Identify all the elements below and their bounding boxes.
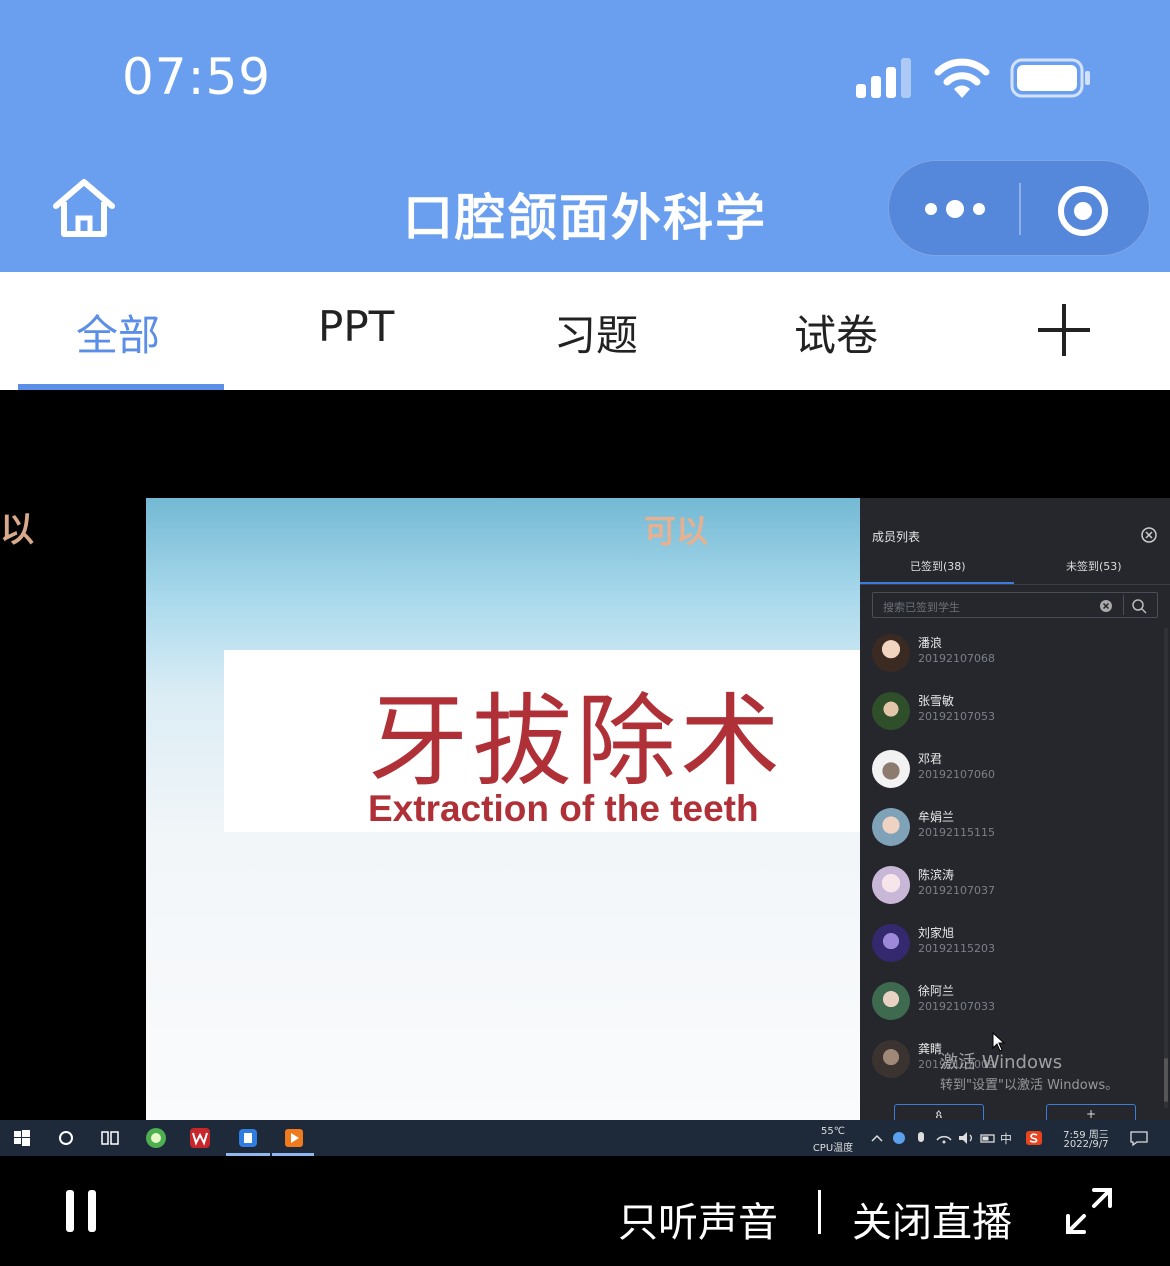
sogou-ime-icon [1026, 1131, 1042, 1145]
cortana-icon [59, 1131, 73, 1145]
slide-title-cn: 牙拔除术 [368, 683, 784, 800]
member-name: 邓君 [918, 752, 943, 766]
mouse-cursor-icon [992, 1032, 1006, 1052]
member-name: 牟娟兰 [918, 810, 955, 824]
cpu-temp-label: CPU温度 [812, 1143, 854, 1154]
signal-icon [856, 58, 911, 98]
ppt-slide: 可以 牙拔除术 Extraction of the teeth [146, 498, 860, 1120]
close-live-button[interactable]: 关闭直播 [852, 1190, 1012, 1248]
battery-icon [1010, 58, 1090, 98]
avatar [872, 692, 910, 730]
member-name: 徐阿兰 [918, 984, 955, 998]
member-list-panel: 成员列表 已签到(38) 未签到(53) 搜索已签到学生 潘浪 20192107… [860, 498, 1170, 1124]
member-item: 刘家旭 20192115203 [872, 918, 1152, 968]
avatar [872, 808, 910, 846]
member-item: 徐阿兰 20192107033 [872, 976, 1152, 1026]
live-controls-bar: 只听声音 关闭直播 [0, 1156, 1170, 1266]
member-item: 陈滨涛 20192107037 [872, 860, 1152, 910]
ime-indicator: 中 [1000, 1132, 1013, 1146]
slide-title-en: Extraction of the teeth [368, 788, 759, 829]
avatar [872, 924, 910, 962]
avatar [872, 866, 910, 904]
pause-icon[interactable] [64, 1190, 98, 1232]
member-id: 20192107033 [918, 1000, 995, 1013]
tab-signed-in: 已签到(38) [910, 560, 966, 573]
member-name: 龚睛 [918, 1042, 943, 1056]
member-item: 邓君 20192107060 [872, 744, 1152, 794]
member-name: 潘浪 [918, 636, 943, 650]
tab-not-signed-in: 未签到(53) [1066, 560, 1122, 573]
windows-taskbar: 55℃ CPU温度 中 7:59 周三 2022/9/7 [0, 1120, 1170, 1156]
panel-scrollbar-thumb [1164, 1058, 1168, 1102]
member-id: 20192107060 [918, 768, 995, 781]
member-id: 20192115203 [918, 942, 995, 955]
tray-mic-icon [918, 1132, 924, 1142]
member-id: 20192107053 [918, 710, 995, 723]
tray-app-icon [893, 1132, 905, 1144]
panel-title: 成员列表 [872, 530, 921, 544]
member-name: 刘家旭 [918, 926, 955, 940]
member-id: 20192115115 [918, 826, 995, 839]
volume-icon [959, 1132, 972, 1144]
tab-bar: 全部 PPT 习题 试卷 [0, 272, 1170, 390]
live-video[interactable]: 以 可以 牙拔除术 Extraction of the teeth 成员列表 已… [0, 390, 1170, 1156]
avatar [872, 1040, 910, 1078]
member-search-placeholder: 搜索已签到学生 [883, 601, 960, 614]
slide-title-banner: 牙拔除术 Extraction of the teeth [224, 650, 860, 832]
windows-start-icon [14, 1130, 30, 1146]
app-icon [239, 1129, 257, 1147]
tab-all[interactable]: 全部 [76, 302, 160, 363]
tab-ppt[interactable]: PPT [318, 302, 394, 351]
search-divider [1123, 595, 1124, 615]
tab-exam[interactable]: 试卷 [794, 302, 878, 363]
cpu-temp-value: 55℃ [821, 1126, 845, 1137]
member-id: 20192107037 [918, 884, 995, 897]
avatar [872, 634, 910, 672]
network-icon [936, 1135, 952, 1144]
miniapp-capsule [888, 160, 1150, 256]
status-time: 07:59 [122, 48, 272, 106]
wifi-icon [934, 58, 990, 98]
slideshow-icon [285, 1129, 303, 1147]
avatar [872, 982, 910, 1020]
member-name: 陈滨涛 [918, 868, 955, 882]
close-icon [1141, 527, 1157, 543]
controls-divider [818, 1190, 821, 1234]
fullscreen-icon[interactable] [1064, 1186, 1114, 1236]
danmu-fragment: 以 [0, 510, 34, 550]
member-item: 牟娟兰 20192115115 [872, 802, 1152, 852]
add-icon[interactable] [1036, 302, 1092, 358]
windows-watermark-subtitle: 转到"设置"以激活 Windows。 [940, 1078, 1119, 1093]
panel-divider [860, 584, 1170, 585]
member-search-box: 搜索已签到学生 [872, 592, 1158, 618]
panel-scrollbar-track [1164, 628, 1168, 1108]
close-miniapp-icon[interactable] [1055, 183, 1111, 239]
wps-icon [190, 1128, 210, 1148]
avatar [872, 750, 910, 788]
tab-exercises[interactable]: 习题 [554, 302, 638, 363]
member-id: 20192107068 [918, 652, 995, 665]
member-item: 张雪敏 20192107053 [872, 686, 1152, 736]
clear-icon [1100, 600, 1112, 612]
member-item: 潘浪 20192107068 [872, 628, 1152, 678]
header-bar: 07:59 口腔颌面外科学 [0, 0, 1170, 272]
notification-icon [1130, 1131, 1148, 1147]
capsule-divider [1019, 183, 1021, 235]
search-icon [1132, 599, 1147, 614]
danmu-text: 可以 [644, 512, 709, 550]
audio-only-button[interactable]: 只听声音 [618, 1190, 778, 1248]
taskbar-date: 2022/9/7 [1063, 1139, 1109, 1150]
more-icon[interactable] [919, 189, 991, 229]
member-name: 张雪敏 [918, 694, 955, 708]
tray-expand-icon [871, 1134, 883, 1142]
browser-icon [146, 1128, 166, 1148]
task-view-icon [101, 1131, 119, 1145]
battery-tray-icon [980, 1134, 995, 1143]
